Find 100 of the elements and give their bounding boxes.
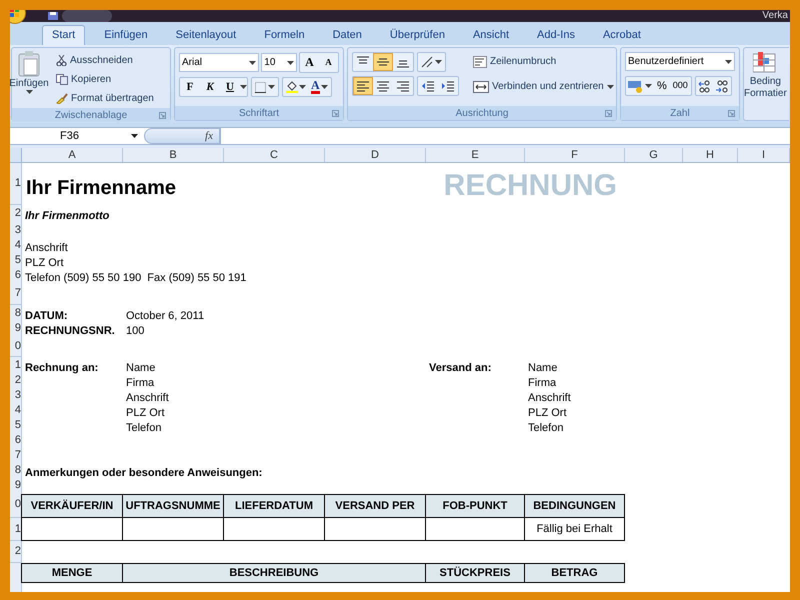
row-header[interactable]: 0	[10, 492, 22, 518]
table-grid-icon	[753, 52, 778, 74]
italic-button[interactable]: K	[200, 78, 220, 96]
column-header[interactable]: I	[738, 148, 790, 162]
ribbon-tab[interactable]: Start	[42, 25, 86, 45]
align-center-icon	[376, 80, 390, 92]
font-name-field[interactable]: Arial	[179, 53, 260, 72]
ribbon-button[interactable]: Zeilenumbruch	[471, 52, 616, 71]
table-header-cell: VERSAND PER	[324, 494, 426, 518]
caret-icon	[240, 85, 247, 89]
ribbon-tab[interactable]: Einfügen	[95, 25, 157, 45]
ribbon-button[interactable]: Format übertragen	[54, 89, 156, 108]
row-header[interactable]: 0	[10, 336, 22, 357]
table-header-cell: LIEFERDATUM	[223, 494, 325, 518]
company-name: Ihr Firmenname	[25, 176, 178, 195]
caret-icon	[435, 60, 442, 64]
cell-label: DATUM:	[24, 308, 69, 322]
align-middle-icon	[376, 56, 390, 68]
caret-icon	[320, 85, 328, 89]
ribbon-button[interactable]: Verbinden und zentrieren	[471, 77, 616, 96]
column-header[interactable]: H	[683, 148, 738, 162]
ribbon-tab[interactable]: Daten	[324, 25, 371, 45]
ribbon-tab[interactable]: Ansicht	[464, 25, 518, 45]
dialog-launcher-icon	[159, 112, 166, 119]
table-cell: Fällig bei Erhalt	[524, 518, 625, 541]
table-header-cell: BEDINGUNGEN	[524, 494, 625, 518]
align-button[interactable]	[373, 53, 393, 71]
percent-button[interactable]: %	[654, 78, 670, 94]
table-header-cell: VERKÄUFER/IN	[21, 494, 123, 518]
window-title: Verka	[762, 10, 789, 22]
ribbon-tab[interactable]: Acrobat	[594, 25, 650, 45]
caret-icon	[268, 85, 275, 89]
cell-label: RECHNUNGSNR.	[24, 324, 116, 338]
fill-color-button[interactable]	[286, 81, 306, 93]
table-header-cell: MENGE	[21, 563, 123, 583]
borders-button[interactable]	[251, 77, 279, 97]
paint-bucket-icon	[286, 81, 298, 93]
dialog-launcher-icon	[605, 110, 612, 117]
cell-text: Name	[527, 360, 558, 374]
underline-button[interactable]: U	[220, 78, 240, 96]
number-format-field[interactable]: Benutzerdefiniert	[625, 52, 735, 71]
align-right-icon	[396, 80, 410, 92]
column-header[interactable]: E	[426, 148, 525, 162]
row-header[interactable]: 1	[10, 518, 22, 541]
orientation-button[interactable]	[417, 52, 446, 72]
column-header[interactable]: A	[22, 148, 123, 162]
caret-icon	[645, 84, 652, 88]
dialog-launcher-icon	[332, 110, 339, 117]
ribbon-tab[interactable]: Überprüfen	[380, 25, 454, 45]
ribbon-button[interactable]: Kopieren	[54, 70, 156, 89]
column-header[interactable]: F	[525, 148, 625, 162]
font-size-field[interactable]: 10	[261, 53, 297, 72]
shrink-font-button[interactable]: A	[319, 53, 338, 72]
dialog-launcher-icon	[728, 110, 735, 117]
row-header[interactable]: 2	[10, 541, 22, 563]
ribbon-tab[interactable]: Seitenlayout	[166, 25, 246, 45]
thousands-button[interactable]: 000	[672, 79, 689, 93]
decrease-decimal-icon	[714, 80, 729, 92]
bold-button[interactable]: F	[180, 78, 200, 96]
row-header[interactable]: 7	[10, 283, 22, 305]
cell-text: Telefon (509) 55 50 190 Fax (509) 55 50 191	[24, 270, 248, 284]
align-button[interactable]	[353, 77, 373, 95]
column-header[interactable]: C	[224, 148, 325, 162]
function-button[interactable]: fx	[144, 128, 220, 144]
caret-icon	[26, 90, 32, 94]
cell-text: PLZ Ort	[24, 256, 65, 270]
column-header[interactable]: B	[123, 148, 224, 162]
row-header[interactable]: 1	[10, 163, 22, 205]
paintbrush-icon	[56, 93, 68, 104]
column-header[interactable]: D	[325, 148, 426, 162]
row-header[interactable]	[10, 563, 22, 592]
group-title: Zwischenablage	[54, 108, 128, 122]
document-title: RECHNUNG	[444, 175, 618, 193]
caret-icon	[287, 60, 294, 64]
currency-button[interactable]	[628, 80, 652, 92]
align-left-icon	[356, 80, 370, 92]
cell-text: Anschrift	[125, 390, 170, 404]
cell-label: Rechnung an:	[24, 360, 100, 374]
company-motto: Ihr Firmenmotto	[24, 208, 110, 222]
grow-font-button[interactable]: A	[300, 53, 319, 72]
ribbon-button[interactable]: Ausschneiden	[54, 51, 156, 70]
ribbon-tab[interactable]: Formeln	[255, 25, 314, 45]
cell-text: Firma	[527, 376, 558, 390]
caret-icon	[131, 134, 138, 138]
caret-icon	[725, 60, 732, 64]
group-title: Schriftart	[238, 106, 279, 120]
cell-text: PLZ Ort	[125, 406, 166, 420]
ribbon-tab[interactable]: Add-Ins	[528, 25, 584, 45]
paste-button[interactable]: Einfügen	[10, 51, 50, 108]
table-header-cell: BESCHREIBUNG	[122, 563, 426, 583]
decrease-indent-icon	[421, 80, 435, 92]
cell-text: October 6, 2011	[125, 308, 206, 322]
cell-label: Versand an:	[428, 360, 492, 374]
cell-label: Anmerkungen oder besondere Anweisungen:	[24, 466, 264, 480]
row-header[interactable]: 2	[10, 205, 22, 222]
name-box[interactable]: F36	[10, 128, 140, 144]
cell-text: 100	[125, 324, 146, 338]
cell-text: Anschrift	[527, 390, 572, 404]
column-header[interactable]: G	[625, 148, 683, 162]
borders-icon	[255, 82, 266, 92]
